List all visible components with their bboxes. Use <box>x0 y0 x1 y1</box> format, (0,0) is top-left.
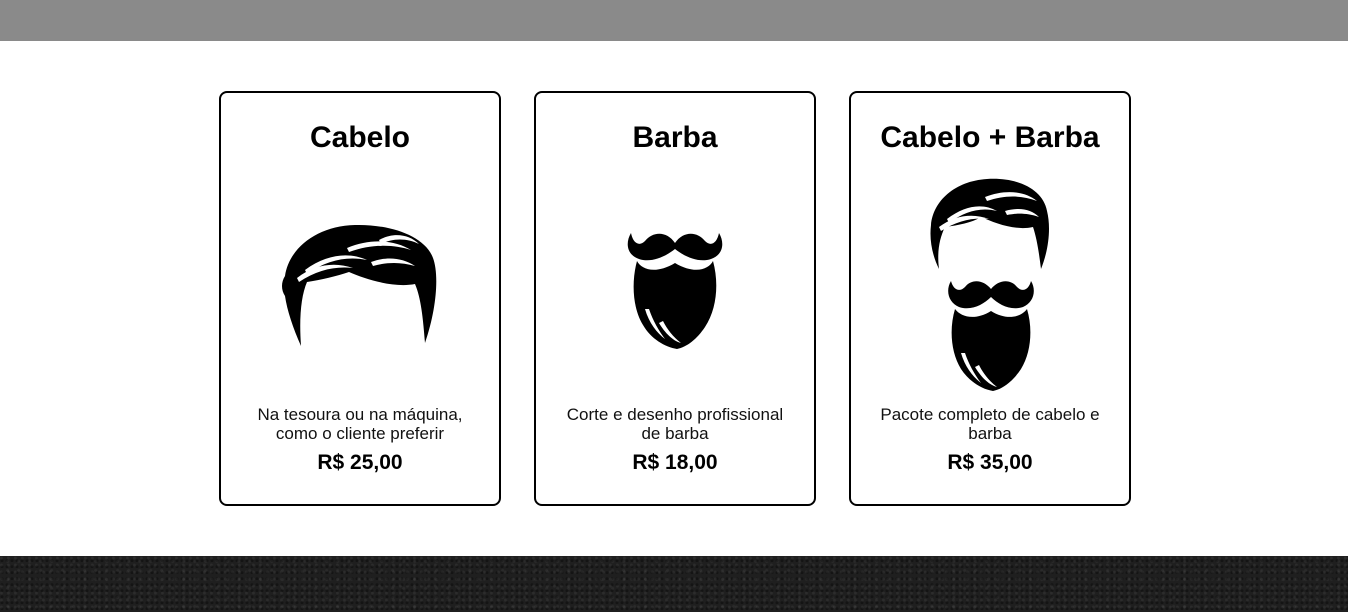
card-title: Cabelo <box>309 121 411 154</box>
top-bar <box>0 0 1348 41</box>
card-description: Na tesoura ou na máquina, como o cliente… <box>257 405 463 443</box>
card-title: Barba <box>632 121 718 154</box>
card-price: R$ 18,00 <box>632 451 718 474</box>
card-title: Cabelo + Barba <box>880 121 1100 154</box>
card-price: R$ 35,00 <box>947 451 1033 474</box>
service-card-cabelo-barba: Cabelo + Barba Pacote completo de cabelo… <box>849 91 1131 506</box>
services-section: Cabelo Na tesoura ou na máquina, como o … <box>219 91 1131 506</box>
beard-icon <box>536 163 814 403</box>
hair-icon <box>221 163 499 403</box>
service-card-cabelo: Cabelo Na tesoura ou na máquina, como o … <box>219 91 501 506</box>
service-card-barba: Barba Corte e desenho profissional de ba… <box>534 91 816 506</box>
hair-and-beard-icon <box>851 163 1129 403</box>
footer <box>0 556 1348 612</box>
card-price: R$ 25,00 <box>317 451 403 474</box>
card-description: Corte e desenho profissional de barba <box>566 405 784 443</box>
card-description: Pacote completo de cabelo e barba <box>880 405 1100 443</box>
